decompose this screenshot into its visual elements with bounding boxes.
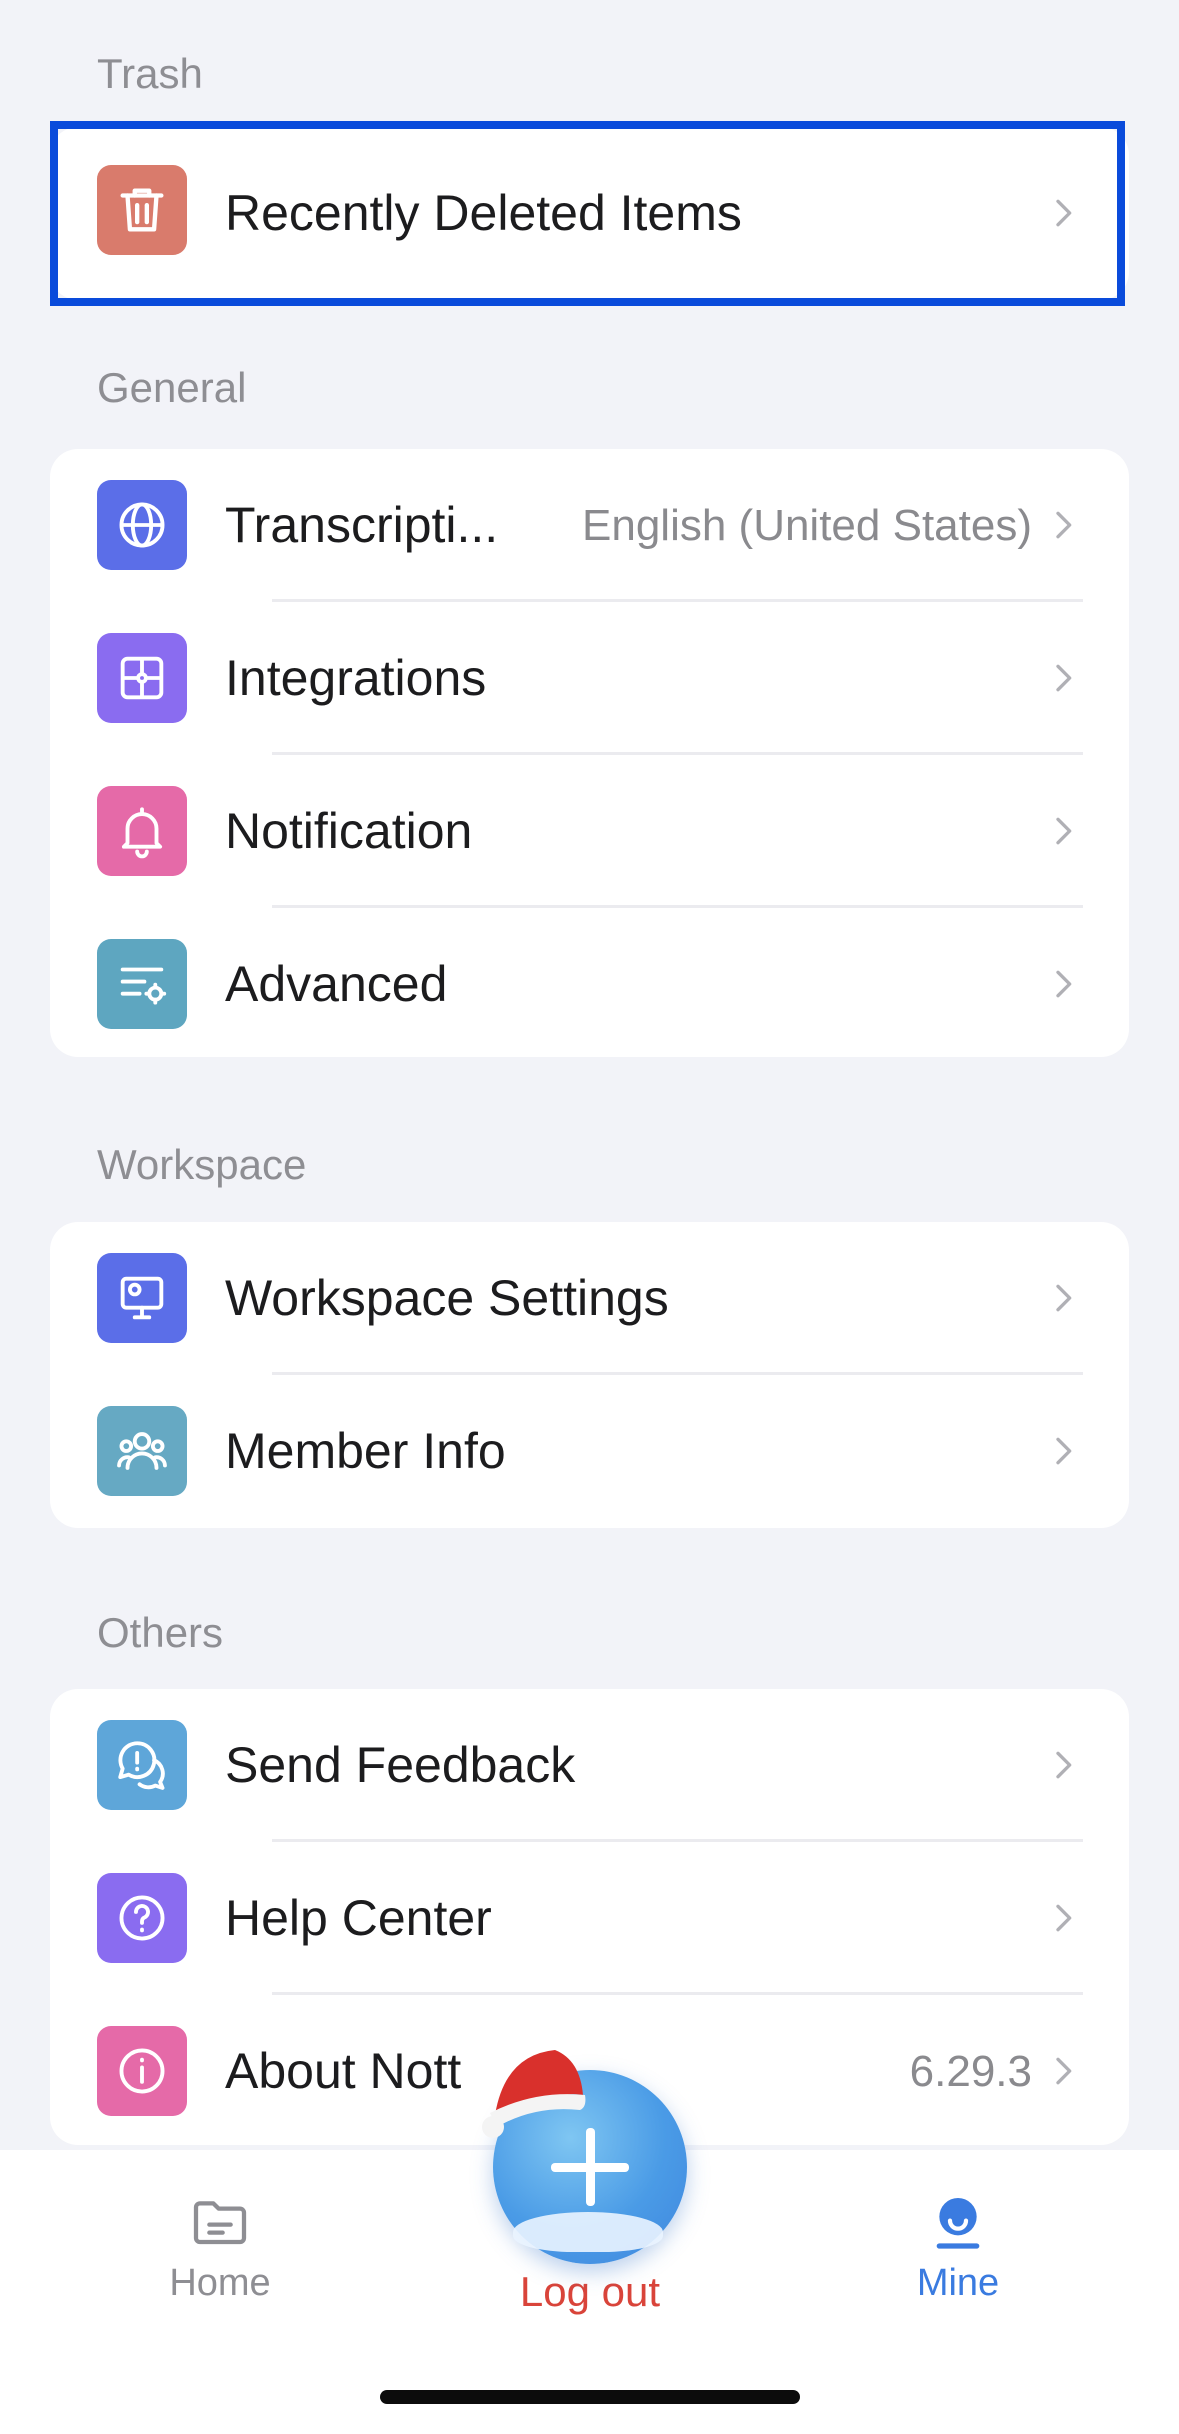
santa-hat-icon bbox=[475, 2035, 595, 2145]
about-label: About Nott bbox=[225, 2043, 462, 2099]
chevron-right-icon bbox=[1043, 505, 1083, 545]
tab-mine-label: Mine bbox=[916, 2262, 1000, 2304]
logout-button[interactable]: Log out bbox=[490, 2268, 690, 2316]
snow-decoration bbox=[513, 2212, 663, 2252]
help-icon bbox=[97, 1873, 187, 1963]
workspace-card: Workspace Settings Member Info bbox=[50, 1222, 1129, 1528]
member-info-label: Member Info bbox=[225, 1423, 506, 1479]
chevron-right-icon bbox=[1043, 1431, 1083, 1471]
chevron-right-icon bbox=[1043, 1898, 1083, 1938]
folder-icon bbox=[188, 2190, 252, 2254]
selection-highlight bbox=[50, 121, 1125, 306]
transcription-value: English (United States) bbox=[582, 501, 1032, 550]
help-center-row[interactable]: Help Center bbox=[50, 1842, 1129, 1995]
settings-list-icon bbox=[97, 939, 187, 1029]
transcription-language-row[interactable]: Transcripti... English (United States) bbox=[50, 449, 1129, 602]
chevron-right-icon bbox=[1043, 658, 1083, 698]
transcription-label: Transcripti... bbox=[225, 497, 499, 553]
workspace-settings-label: Workspace Settings bbox=[225, 1270, 669, 1326]
bell-icon bbox=[97, 786, 187, 876]
feedback-icon bbox=[97, 1720, 187, 1810]
general-card: Transcripti... English (United States) I… bbox=[50, 449, 1129, 1057]
globe-icon bbox=[97, 480, 187, 570]
section-title-general: General bbox=[97, 364, 247, 411]
chevron-right-icon bbox=[1043, 2051, 1083, 2091]
member-info-row[interactable]: Member Info bbox=[50, 1375, 1129, 1528]
chevron-right-icon bbox=[1043, 1745, 1083, 1785]
notification-row[interactable]: Notification bbox=[50, 755, 1129, 908]
profile-icon bbox=[926, 2190, 990, 2254]
advanced-label: Advanced bbox=[225, 956, 448, 1012]
info-icon bbox=[97, 2026, 187, 2116]
chevron-right-icon bbox=[1043, 1278, 1083, 1318]
help-center-label: Help Center bbox=[225, 1890, 492, 1946]
section-title-others: Others bbox=[97, 1609, 224, 1656]
send-feedback-label: Send Feedback bbox=[225, 1737, 576, 1793]
advanced-row[interactable]: Advanced bbox=[50, 908, 1129, 1061]
notification-label: Notification bbox=[225, 803, 473, 859]
integrations-row[interactable]: Integrations bbox=[50, 602, 1129, 755]
workspace-settings-row[interactable]: Workspace Settings bbox=[50, 1222, 1129, 1375]
chevron-right-icon bbox=[1043, 964, 1083, 1004]
integrations-label: Integrations bbox=[225, 650, 487, 706]
home-indicator bbox=[380, 2390, 800, 2404]
section-title-trash: Trash bbox=[97, 50, 203, 97]
section-title-workspace: Workspace bbox=[97, 1141, 307, 1188]
workspace-settings-icon bbox=[97, 1253, 187, 1343]
app-version: 6.29.3 bbox=[909, 2047, 1032, 2096]
members-icon bbox=[97, 1406, 187, 1496]
tab-mine[interactable]: Mine bbox=[858, 2190, 1058, 2305]
send-feedback-row[interactable]: Send Feedback bbox=[50, 1689, 1129, 1842]
puzzle-icon bbox=[97, 633, 187, 723]
chevron-right-icon bbox=[1043, 811, 1083, 851]
tab-home[interactable]: Home bbox=[120, 2190, 320, 2305]
tab-home-label: Home bbox=[169, 2262, 271, 2304]
